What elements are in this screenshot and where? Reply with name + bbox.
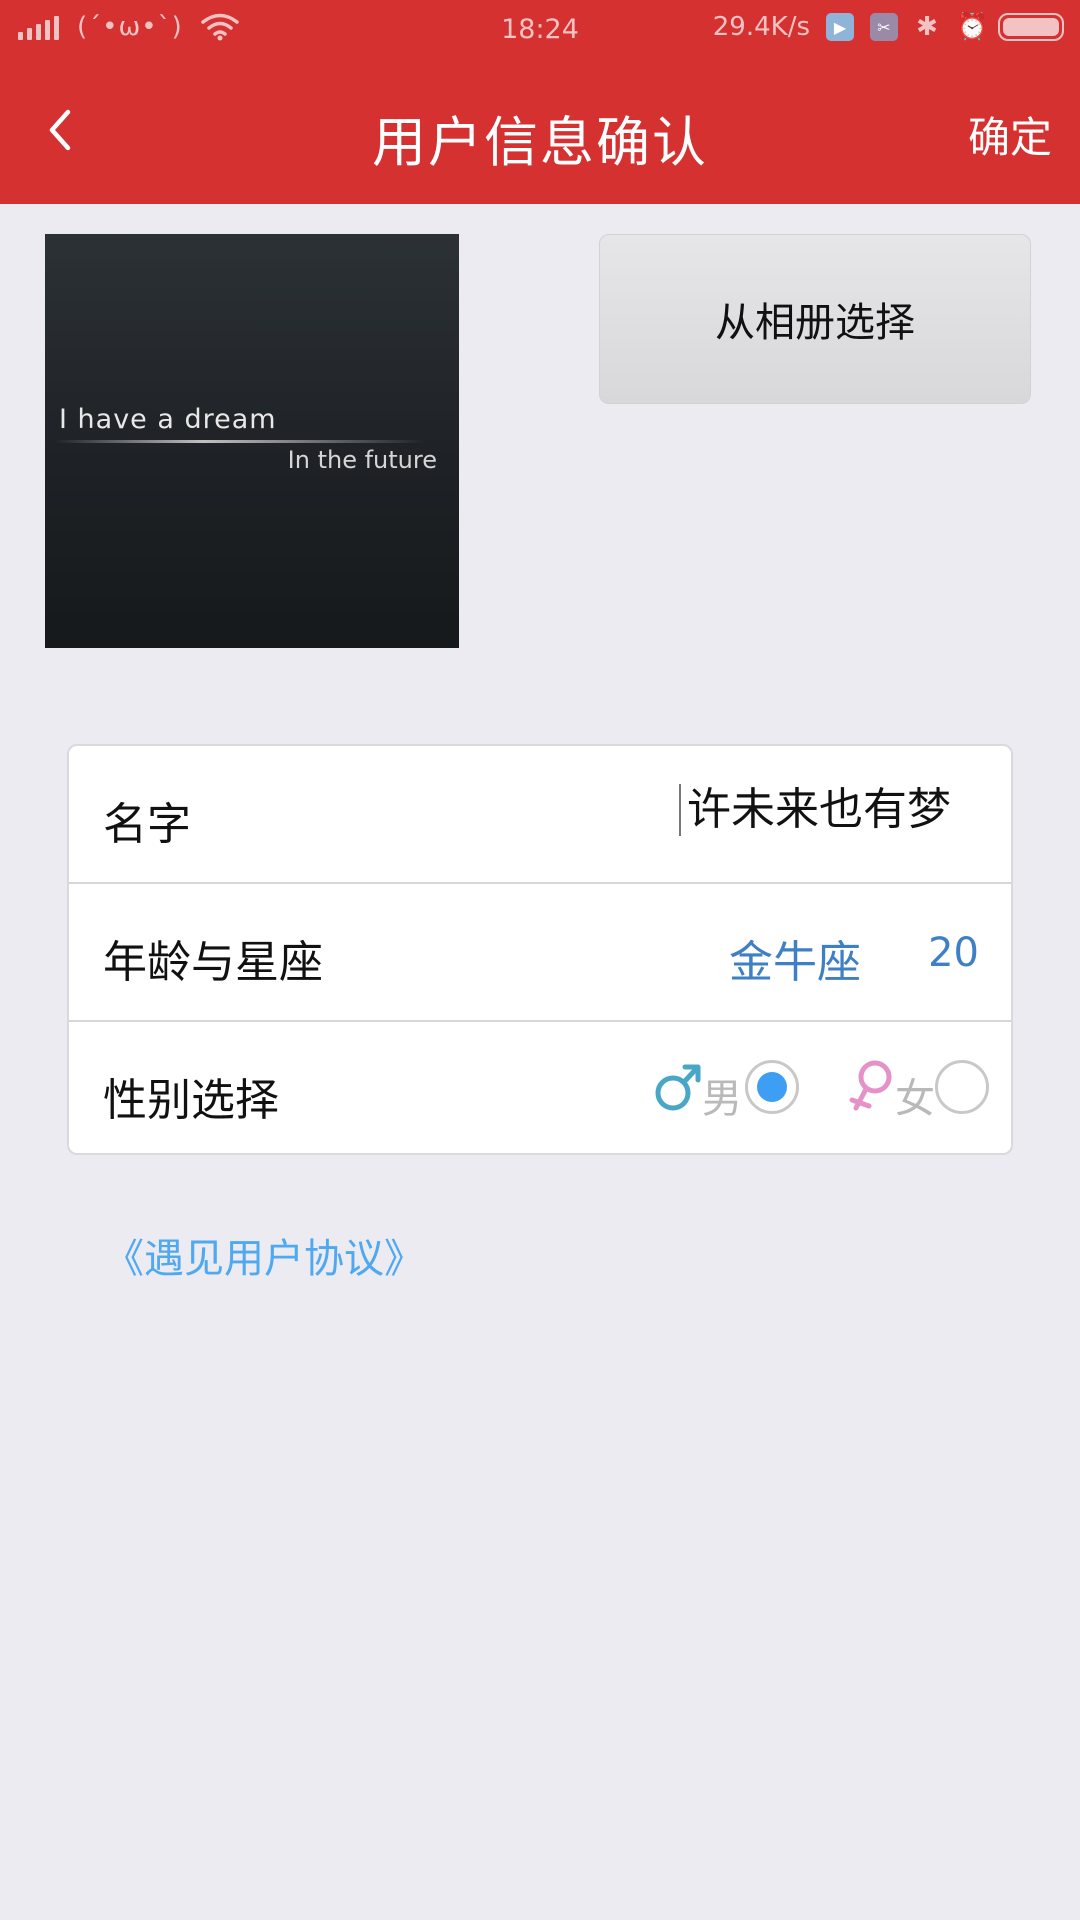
gender-row: 性别选择 男 女	[69, 1022, 1011, 1158]
age-zodiac-row[interactable]: 年龄与星座 金牛座 20	[69, 884, 1011, 1020]
bluetooth-icon: ✱	[916, 12, 938, 42]
zodiac-value[interactable]: 金牛座	[729, 926, 861, 990]
female-label: 女	[895, 1076, 935, 1122]
male-label: 男	[702, 1076, 742, 1122]
name-row: 名字 许未来也有梦	[69, 746, 1011, 882]
male-symbol-icon	[655, 1064, 701, 1111]
app-icon: ✂	[870, 13, 898, 41]
battery-icon	[998, 13, 1064, 41]
alarm-icon: ⏰	[956, 12, 989, 42]
choose-from-album-button[interactable]: 从相册选择	[599, 234, 1031, 404]
name-label: 名字	[103, 799, 191, 850]
gender-label: 性别选择	[103, 1075, 279, 1126]
age-zodiac-label: 年龄与星座	[103, 937, 323, 988]
play-icon: ▶	[826, 13, 854, 41]
avatar-text-line2: In the future	[287, 446, 437, 474]
avatar-text-line1: I have a dream	[59, 404, 277, 435]
avatar-image[interactable]: I have a dream In the future	[45, 234, 459, 648]
status-bar: (´•ω•`) 18:24 29.4K/s ▶ ✂ ✱ ⏰	[0, 0, 1080, 58]
user-info-form: 名字 许未来也有梦 年龄与星座 金牛座 20 性别选择 男 女	[67, 744, 1013, 1155]
name-input[interactable]: 许未来也有梦	[679, 784, 951, 836]
page-title: 用户信息确认	[372, 111, 708, 174]
age-value[interactable]: 20	[928, 930, 979, 976]
user-agreement-link[interactable]: 《遇见用户协议》	[104, 1226, 424, 1284]
female-symbol-icon	[849, 1060, 892, 1111]
title-bar: 用户信息确认 确定	[0, 58, 1080, 204]
male-radio[interactable]	[745, 1060, 799, 1114]
confirm-button[interactable]: 确定	[968, 104, 1052, 165]
net-speed: 29.4K/s	[712, 12, 810, 42]
avatar-light-streak	[55, 440, 425, 443]
female-radio[interactable]	[935, 1060, 989, 1114]
